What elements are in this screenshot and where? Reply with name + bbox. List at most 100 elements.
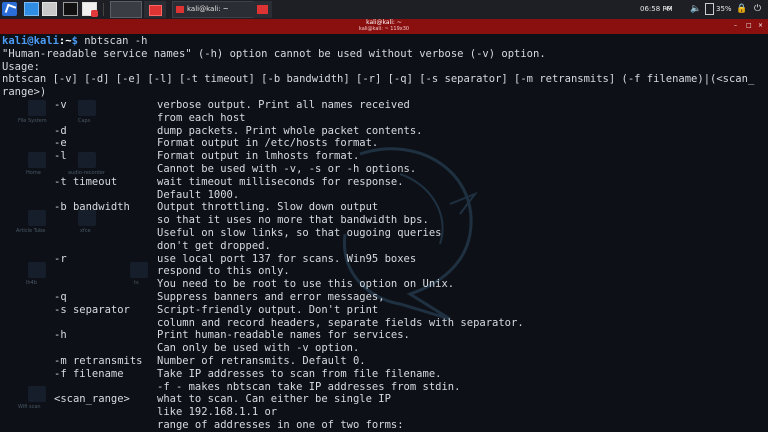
- option-flag: -s separator: [54, 303, 130, 316]
- minimize-button[interactable]: –: [734, 23, 740, 29]
- window-subtitle: kali@kali: ~ 119x30: [358, 26, 410, 32]
- option-line: <scan_range> what to scan. Can either be …: [2, 393, 766, 406]
- option-description: Can only be used with -v option.: [157, 342, 360, 355]
- option-flag: -l: [54, 150, 67, 163]
- lock-icon[interactable]: 🔒: [736, 3, 747, 16]
- option-description: Format output in lmhosts format.: [157, 150, 360, 163]
- option-description: Output throttling. Slow down output: [157, 201, 379, 214]
- option-description: wait timeout milliseconds for response.: [157, 175, 404, 188]
- option-description: -f - makes nbtscan take IP addresses fro…: [157, 380, 461, 393]
- taskbar-window-label: kali@kali: ~: [187, 5, 229, 13]
- output-line: Usage:: [2, 60, 40, 73]
- option-description: Suppress banners and error messages,: [157, 290, 385, 303]
- option-line: column and record headers, separate fiel…: [2, 317, 766, 330]
- prompt-dollar: $: [71, 35, 85, 47]
- option-line: -e Format output in /etc/hosts format.: [2, 137, 766, 150]
- option-description: Useful on slow links, so that ougoing qu…: [157, 226, 442, 239]
- option-description: don't get dropped.: [157, 239, 271, 252]
- option-line: Cannot be used with -v, -s or -h options…: [2, 163, 766, 176]
- prompt-path: :~: [58, 35, 72, 47]
- output-line: "Human-readable service names" (-h) opti…: [2, 47, 546, 60]
- terminal-lines: kali@kali:~$ nbtscan -h "Human-readable …: [2, 35, 766, 432]
- option-line: -f filename Take IP addresses to scan fro…: [2, 368, 766, 381]
- battery-percent: 35%: [716, 5, 732, 13]
- option-flag: -f filename: [54, 367, 124, 380]
- option-description: Format output in /etc/hosts format.: [157, 137, 379, 150]
- battery-icon[interactable]: [705, 3, 714, 15]
- option-flag: -b bandwidth: [54, 201, 130, 214]
- option-description: dump packets. Print whole packet content…: [157, 124, 423, 137]
- taskbar-window-terminal[interactable]: kali@kali: ~: [172, 1, 262, 18]
- option-description: Take IP addresses to scan from file file…: [157, 367, 442, 380]
- option-line: -r use local port 137 for scans. Win95 bo…: [2, 253, 766, 266]
- option-line: Default 1000.: [2, 189, 766, 202]
- option-description: column and record headers, separate fiel…: [157, 316, 524, 329]
- option-line: -s separator Script-friendly output. Don'…: [2, 304, 766, 317]
- option-description: what to scan. Can either be single IP: [157, 393, 391, 406]
- option-line: don't get dropped.: [2, 240, 766, 253]
- option-description: You need to be root to use this option o…: [157, 278, 455, 291]
- taskbar-window-2[interactable]: [253, 1, 272, 18]
- terminal-titlebar[interactable]: kali@kali: ~ kali@kali: ~ 119x30 – □ ×: [0, 19, 768, 34]
- terminal-icon[interactable]: [63, 2, 78, 16]
- panel-separator: [103, 3, 104, 16]
- option-description: like 192.168.1.1 or: [157, 406, 278, 419]
- option-line: like 192.168.1.1 or: [2, 406, 766, 419]
- option-line: Can only be used with -v option.: [2, 342, 766, 355]
- option-line: range of addresses in one of two forms:: [2, 419, 766, 432]
- option-flag: -d: [54, 124, 67, 137]
- option-line: -v verbose output. Print all names receiv…: [2, 99, 766, 112]
- option-line: -t timeout wait timeout milliseconds for …: [2, 176, 766, 189]
- power-icon[interactable]: ⏻: [754, 3, 761, 16]
- maximize-button[interactable]: □: [746, 23, 752, 29]
- option-line: from each host: [2, 112, 766, 125]
- close-button[interactable]: ×: [758, 23, 764, 29]
- volume-icon[interactable]: 🔈: [690, 3, 701, 16]
- option-line: so that it uses no more that bandwidth b…: [2, 214, 766, 227]
- option-description: Script-friendly output. Don't print: [157, 303, 379, 316]
- prompt-host: kali: [33, 35, 59, 47]
- option-line: Useful on slow links, so that ougoing qu…: [2, 227, 766, 240]
- bell-icon[interactable]: ⌮: [665, 3, 672, 16]
- option-line: -d dump packets. Print whole packet conte…: [2, 125, 766, 138]
- terminal-window-icon: [176, 6, 184, 13]
- files-icon[interactable]: [42, 2, 57, 16]
- option-line: -m retransmits Number of retransmits. Def…: [2, 355, 766, 368]
- output-line: nbtscan [-v] [-d] [-e] [-l] [-t timeout]…: [2, 73, 755, 86]
- option-line: -l Format output in lmhosts format.: [2, 150, 766, 163]
- top-panel: kali@kali: ~ 06:58 PM ⌮ 🔈 35% 🔒 ⏻: [0, 0, 768, 20]
- option-line: -b bandwidth Output throttling. Slow down…: [2, 201, 766, 214]
- firefox-icon[interactable]: [82, 2, 98, 17]
- option-description: so that it uses no more that bandwidth b…: [157, 214, 429, 227]
- option-line: respond to this only.: [2, 265, 766, 278]
- option-flag: -e: [54, 137, 67, 150]
- option-flag: <scan_range>: [54, 393, 130, 406]
- workspace-2[interactable]: [144, 1, 166, 18]
- option-line: You need to be root to use this option o…: [2, 278, 766, 291]
- option-line: -q Suppress banners and error messages,: [2, 291, 766, 304]
- option-flag: -v: [54, 98, 67, 111]
- prompt-user: kali: [2, 35, 28, 47]
- option-description: range of addresses in one of two forms:: [157, 418, 404, 431]
- option-description: Print human-readable names for services.: [157, 329, 410, 342]
- output-line: range>): [2, 86, 47, 99]
- option-flag: -r: [54, 252, 67, 265]
- option-description: Number of retransmits. Default 0.: [157, 354, 366, 367]
- option-line: -h Print human-readable names for service…: [2, 329, 766, 342]
- terminal-output[interactable]: File System Caps Home audio-recorder Art…: [0, 34, 768, 432]
- option-description: verbose output. Print all names received: [157, 98, 410, 111]
- browser-icon[interactable]: [24, 2, 39, 16]
- option-description: respond to this only.: [157, 265, 290, 278]
- option-flag: -q: [54, 290, 67, 303]
- prompt-line: kali@kali:~$ nbtscan -h: [2, 35, 766, 48]
- option-flag: -h: [54, 329, 67, 342]
- option-flag: -m retransmits: [54, 354, 143, 367]
- option-description: from each host: [157, 111, 246, 124]
- kali-menu-icon[interactable]: [2, 2, 17, 16]
- option-description: Default 1000.: [157, 188, 240, 201]
- option-line: -f - makes nbtscan take IP addresses fro…: [2, 381, 766, 394]
- option-description: Cannot be used with -v, -s or -h options…: [157, 162, 417, 175]
- option-description: use local port 137 for scans. Win95 boxe…: [157, 252, 417, 265]
- workspace-1[interactable]: [110, 1, 142, 18]
- option-flag: -t timeout: [54, 175, 118, 188]
